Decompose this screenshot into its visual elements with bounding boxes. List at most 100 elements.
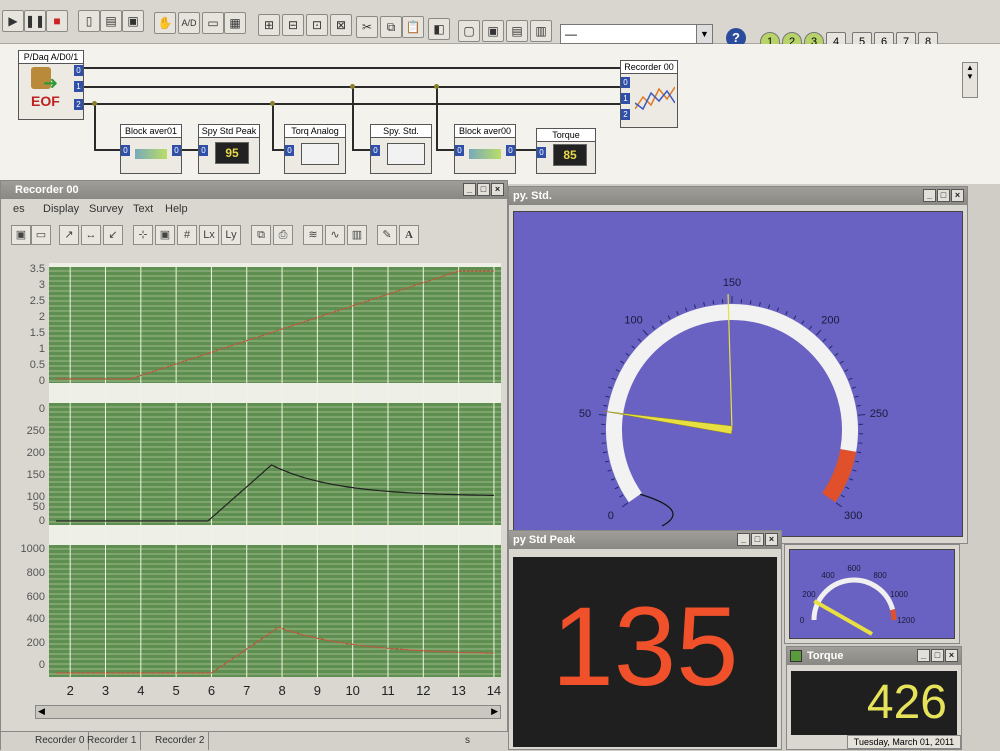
close-button[interactable]: × — [765, 533, 778, 546]
save-icon[interactable]: ▣ — [122, 10, 144, 32]
bars-icon[interactable]: ▥ — [347, 225, 367, 245]
close-button[interactable]: × — [945, 649, 958, 662]
minimize-button[interactable]: _ — [917, 649, 930, 662]
lx-icon[interactable]: Lx — [199, 225, 219, 245]
block-aver01[interactable]: Block aver01 0 0 — [120, 124, 182, 174]
ad-icon[interactable]: A/D — [178, 12, 200, 34]
output-port[interactable]: 0 — [506, 145, 515, 156]
output-port-2[interactable]: 2 — [74, 99, 83, 110]
minimize-button[interactable]: _ — [463, 183, 476, 196]
output-port-0[interactable]: 0 — [74, 65, 83, 76]
block-spy-std-peak[interactable]: Spy Std Peak 0 95 — [198, 124, 260, 174]
stop-icon[interactable]: ■ — [46, 10, 68, 32]
play-icon[interactable]: ▶ — [2, 10, 24, 32]
paste-icon[interactable]: 📋 — [402, 16, 424, 38]
copy-icon[interactable]: ⧉ — [380, 16, 402, 38]
tab-recorder-2[interactable]: Recorder 2 — [151, 732, 209, 750]
minimize-button[interactable]: _ — [737, 533, 750, 546]
chevron-down-icon[interactable]: ▼ — [696, 25, 712, 43]
cut-icon[interactable]: ✂ — [356, 16, 378, 38]
zoom-out-icon[interactable]: ↙ — [103, 225, 123, 245]
menu-item-survey[interactable]: Survey — [89, 203, 123, 215]
brush-icon[interactable]: ✎ — [377, 225, 397, 245]
input-port-2[interactable]: 2 — [621, 109, 630, 120]
layout3-icon[interactable]: ⊡ — [306, 14, 328, 36]
layout4-icon[interactable]: ⊠ — [330, 14, 352, 36]
block-torque[interactable]: Torque 0 85 — [536, 128, 596, 174]
tab-recorder-0[interactable]: Recorder 0 — [31, 732, 89, 750]
new-icon[interactable]: ▯ — [78, 10, 100, 32]
copy-icon[interactable]: ⧉ — [251, 225, 271, 245]
menu-item-es[interactable]: es — [13, 203, 25, 215]
wire — [84, 67, 622, 69]
block-title: Spy. Std. — [371, 125, 431, 138]
close-button[interactable]: × — [951, 189, 964, 202]
save-icon[interactable]: ▣ — [155, 225, 175, 245]
block-title: P/Daq A/D0/1 — [19, 51, 83, 64]
gauge-tick — [845, 370, 849, 372]
x-tick: 13 — [449, 683, 469, 698]
maximize-button[interactable]: □ — [477, 183, 490, 196]
block-spy-std[interactable]: Spy. Std. 0 — [370, 124, 432, 174]
win2-icon[interactable]: ▣ — [482, 20, 504, 42]
maximize-button[interactable]: □ — [931, 649, 944, 662]
maximize-button[interactable]: □ — [937, 189, 950, 202]
open-icon[interactable]: ▤ — [100, 10, 122, 32]
input-port[interactable]: 0 — [285, 145, 294, 156]
minimize-button[interactable]: _ — [923, 189, 936, 202]
zoom-in-icon[interactable]: ↗ — [59, 225, 79, 245]
daq-source-block[interactable]: P/Daq A/D0/1 ➜ EOF 0 1 2 — [18, 50, 84, 120]
block-aver00[interactable]: Block aver00 0 0 — [454, 124, 516, 174]
block-torq-analog[interactable]: Torq Analog 0 — [284, 124, 346, 174]
hand-icon[interactable]: ✋ — [154, 12, 176, 34]
scroll-left-icon[interactable]: ◀ — [38, 706, 45, 717]
recorder-block[interactable]: Recorder 00 0 1 2 — [620, 60, 678, 128]
pause-icon[interactable]: ❚❚ — [24, 10, 46, 32]
win1-icon[interactable]: ▢ — [458, 20, 480, 42]
y-tick: 2 — [17, 311, 45, 323]
wave-icon[interactable]: ∿ — [325, 225, 345, 245]
layout1-icon[interactable]: ⊞ — [258, 14, 280, 36]
maximize-button[interactable]: □ — [751, 533, 764, 546]
recorder-plot[interactable] — [49, 263, 501, 677]
recorder-toolbar: ▣ ▭ ↗ ↔ ↙ ⊹ ▣ # Lx Ly ⧉ ⎙ ≋ ∿ ▥ ✎ A — [1, 225, 509, 247]
layout2-icon[interactable]: ⊟ — [282, 14, 304, 36]
image-icon[interactable]: ▭ — [202, 12, 224, 34]
monitor-icon[interactable]: ▭ — [31, 225, 51, 245]
menu-item-help[interactable]: Help — [165, 203, 188, 215]
tab-recorder-1[interactable]: Recorder 1 — [83, 732, 141, 750]
gauge-tick-label: 250 — [870, 408, 888, 420]
horizontal-scrollbar[interactable]: ◀ ▶ — [35, 705, 501, 719]
gauge-tick — [643, 330, 648, 335]
cube-icon[interactable]: ◧ — [428, 18, 450, 40]
layer-combo[interactable]: — ▼ — [560, 24, 713, 44]
input-port[interactable]: 0 — [121, 145, 130, 156]
input-port[interactable]: 0 — [537, 147, 546, 158]
output-port-1[interactable]: 1 — [74, 81, 83, 92]
analog-meter-icon — [301, 143, 339, 165]
input-port-1[interactable]: 1 — [621, 93, 630, 104]
view-icon[interactable]: ▣ — [11, 225, 31, 245]
input-port[interactable]: 0 — [455, 145, 464, 156]
menu-item-display[interactable]: Display — [43, 203, 79, 215]
output-port[interactable]: 0 — [172, 145, 181, 156]
win3-icon[interactable]: ▤ — [506, 20, 528, 42]
window-controls: _ □ × — [923, 189, 964, 202]
grid-icon[interactable]: # — [177, 225, 197, 245]
grid-icon[interactable]: ▦ — [224, 12, 246, 34]
font-icon[interactable]: A — [399, 225, 419, 245]
chart-icon[interactable]: ≋ — [303, 225, 323, 245]
close-button[interactable]: × — [491, 183, 504, 196]
input-port[interactable]: 0 — [199, 145, 208, 156]
gauge-tick — [841, 495, 844, 497]
diagram-scrollbar[interactable]: ▲▼ — [962, 62, 978, 98]
menu-item-text[interactable]: Text — [133, 203, 153, 215]
win4-icon[interactable]: ▥ — [530, 20, 552, 42]
print-icon[interactable]: ⎙ — [273, 225, 293, 245]
zoom-both-icon[interactable]: ↔ — [81, 225, 101, 245]
input-port[interactable]: 0 — [371, 145, 380, 156]
scroll-right-icon[interactable]: ▶ — [491, 706, 498, 717]
input-port-0[interactable]: 0 — [621, 77, 630, 88]
cursor-icon[interactable]: ⊹ — [133, 225, 153, 245]
ly-icon[interactable]: Ly — [221, 225, 241, 245]
